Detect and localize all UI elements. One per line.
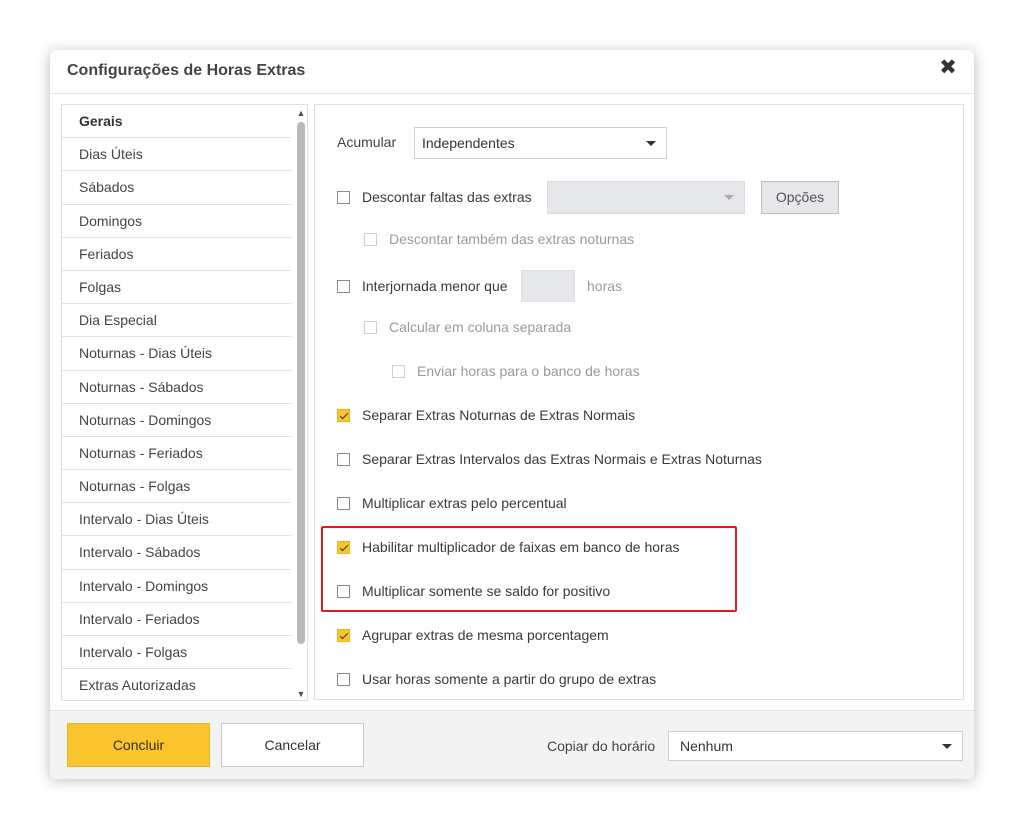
sidebar-item[interactable]: Intervalo - Sábados [62, 536, 292, 570]
interjornada-label: Interjornada menor que [362, 278, 508, 294]
sidebar-item[interactable]: Intervalo - Folgas [62, 636, 292, 670]
dialog-title: Configurações de Horas Extras [67, 62, 306, 79]
sidebar-item[interactable]: Extras Autorizadas [62, 669, 292, 700]
overtime-settings-dialog: Configurações de Horas Extras ✖ Gerais Di… [50, 50, 974, 779]
separar-noturnas-label: Separar Extras Noturnas de Extras Normai… [362, 407, 636, 423]
sidebar-item[interactable]: Noturnas - Sábados [62, 371, 292, 404]
descontar-noturnas-label: Descontar também das extras noturnas [389, 231, 635, 247]
opcoes-button[interactable]: Opções [761, 181, 839, 214]
interjornada-hours-input[interactable] [521, 270, 575, 302]
concluir-button[interactable]: Concluir [67, 723, 210, 767]
descontar-faltas-checkbox[interactable] [337, 191, 350, 204]
descontar-faltas-label: Descontar faltas das extras [362, 189, 532, 205]
dialog-titlebar: Configurações de Horas Extras ✖ [50, 50, 974, 94]
separar-intervalos-label: Separar Extras Intervalos das Extras Nor… [362, 451, 762, 467]
calcular-coluna-label: Calcular em coluna separada [389, 319, 572, 335]
acumular-label: Acumular [337, 134, 397, 150]
cancelar-button[interactable]: Cancelar [221, 723, 364, 767]
calcular-coluna-checkbox[interactable] [364, 321, 377, 334]
sidebar-item[interactable]: Intervalo - Domingos [62, 570, 292, 603]
sidebar-item[interactable]: Noturnas - Feriados [62, 437, 292, 471]
sidebar-item[interactable]: Feriados [62, 238, 292, 271]
descontar-noturnas-checkbox[interactable] [364, 233, 377, 246]
category-list-scrollbar[interactable]: ▲ ▼ [295, 105, 307, 700]
scroll-down-arrow-icon[interactable]: ▼ [295, 688, 307, 700]
sidebar-item[interactable]: Intervalo - Dias Úteis [62, 503, 292, 537]
separar-noturnas-checkbox[interactable] [337, 409, 350, 422]
dialog-footer: Concluir Cancelar Copiar do horário Nenh… [50, 710, 974, 779]
sidebar-item[interactable]: Noturnas - Dias Úteis [62, 337, 292, 371]
separar-intervalos-checkbox[interactable] [337, 453, 350, 466]
scroll-up-arrow-icon[interactable]: ▲ [295, 107, 307, 119]
usar-horas-grupo-checkbox[interactable] [337, 673, 350, 686]
copiar-horario-select[interactable]: Nenhum [668, 731, 963, 761]
acumular-select[interactable]: Independentes [414, 127, 667, 159]
agrupar-extras-checkbox[interactable] [337, 629, 350, 642]
close-icon[interactable]: ✖ [938, 57, 958, 78]
multiplicar-percentual-checkbox[interactable] [337, 497, 350, 510]
sidebar-item[interactable]: Noturnas - Folgas [62, 470, 292, 504]
chevron-down-icon [646, 141, 656, 146]
category-list: Gerais Dias Úteis Sábados Domingos Feriados F… [62, 105, 292, 700]
annotation-highlight-box [321, 526, 737, 612]
usar-horas-grupo-label: Usar horas somente a partir do grupo de … [362, 671, 657, 687]
sidebar-item[interactable]: Noturnas - Domingos [62, 404, 292, 437]
interjornada-checkbox[interactable] [337, 280, 350, 293]
enviar-banco-label: Enviar horas para o banco de horas [417, 363, 640, 379]
sidebar-item[interactable]: Dia Especial [62, 304, 292, 338]
sidebar-item[interactable]: Dias Úteis [62, 138, 292, 172]
copiar-horario-value: Nenhum [680, 738, 733, 754]
enviar-banco-checkbox[interactable] [392, 365, 405, 378]
chevron-down-icon [942, 744, 952, 749]
category-list-panel: Gerais Dias Úteis Sábados Domingos Feriados F… [61, 104, 308, 701]
descontar-faltas-select[interactable] [547, 181, 745, 214]
multiplicar-percentual-label: Multiplicar extras pelo percentual [362, 495, 567, 511]
agrupar-extras-label: Agrupar extras de mesma porcentagem [362, 627, 609, 643]
chevron-down-icon [724, 195, 734, 200]
interjornada-unit: horas [587, 278, 623, 294]
sidebar-item[interactable]: Intervalo - Feriados [62, 603, 292, 636]
scroll-thumb[interactable] [297, 122, 305, 644]
sidebar-item[interactable]: Gerais [62, 105, 292, 139]
sidebar-item[interactable]: Folgas [62, 271, 292, 305]
sidebar-item[interactable]: Sábados [62, 171, 292, 205]
sidebar-item[interactable]: Domingos [62, 205, 292, 238]
acumular-select-value: Independentes [422, 135, 515, 151]
copiar-horario-label: Copiar do horário [547, 738, 656, 754]
